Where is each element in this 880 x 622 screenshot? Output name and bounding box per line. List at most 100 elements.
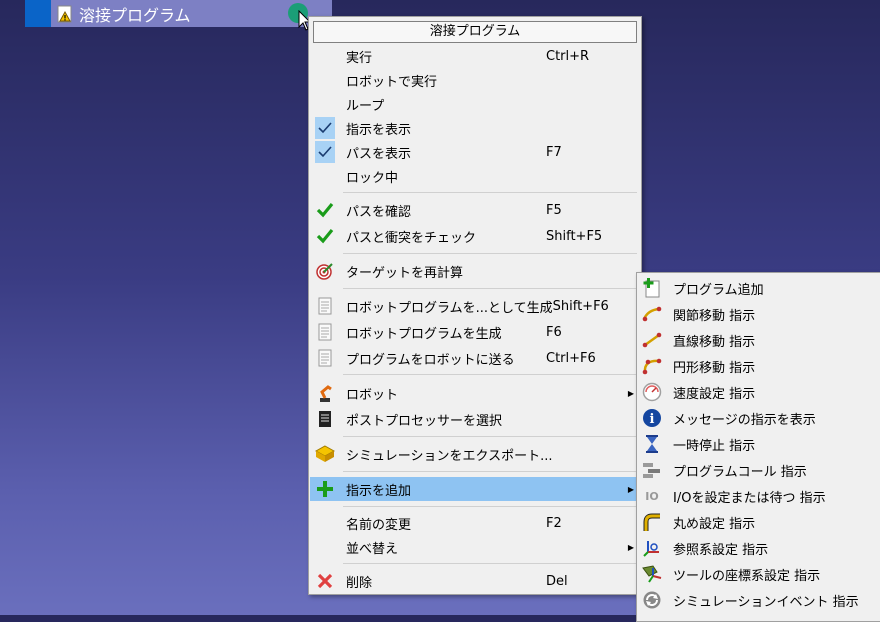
check-icon xyxy=(315,117,335,139)
menu-separator xyxy=(343,506,637,507)
menu-item-label: 指示を表示 xyxy=(346,122,412,138)
menu-item-sort[interactable]: 並べ替え ▶ xyxy=(310,535,640,559)
submenu-item-pause[interactable]: 一時停止 指示 xyxy=(638,431,880,457)
submenu-item-tool-frame[interactable]: ツールの座標系設定 指示 xyxy=(638,561,880,587)
submenu-item-show-message[interactable]: i メッセージの指示を表示 xyxy=(638,405,880,431)
post-processor-icon xyxy=(319,411,331,427)
menu-item-locked[interactable]: ロック中 xyxy=(310,164,640,188)
menu-item-label: シミュレーションをエクスポート... xyxy=(346,448,553,464)
document-icon xyxy=(318,323,332,341)
menu-item-delete[interactable]: 削除 Del xyxy=(310,569,640,593)
delete-x-icon xyxy=(317,573,333,589)
menu-item-send-program[interactable]: プログラムをロボットに送る Ctrl+F6 xyxy=(310,346,640,370)
menu-item-label: パスを表示 xyxy=(346,146,412,162)
menu-item-add-instruction[interactable]: 指示を追加 ▶ xyxy=(310,477,640,501)
robot-arm-icon xyxy=(320,385,332,402)
submenu-item-simulation-event[interactable]: シミュレーションイベント 指示 xyxy=(638,587,880,613)
tool-frame-icon xyxy=(642,565,662,583)
submenu-item-rounding-setting[interactable]: 丸め設定 指示 xyxy=(638,509,880,535)
tree-item-label: 溶接プログラム xyxy=(79,5,191,25)
document-icon xyxy=(318,297,332,315)
svg-text:i: i xyxy=(650,412,655,427)
menu-item-label: 実行 xyxy=(346,50,373,66)
green-check-icon xyxy=(316,228,334,244)
document-icon xyxy=(318,349,332,367)
green-check-icon xyxy=(316,202,334,218)
program-warning-icon xyxy=(57,5,72,22)
tree-selection-marker xyxy=(25,0,51,27)
menu-item-show-instructions[interactable]: 指示を表示 xyxy=(310,116,640,140)
submenu-item-reference-frame[interactable]: 参照系設定 指示 xyxy=(638,535,880,561)
green-plus-icon xyxy=(317,481,333,497)
submenu-item-label: 関節移動 指示 xyxy=(673,308,756,324)
menu-item-label: ロボット xyxy=(346,387,399,403)
submenu-item-circular-move[interactable]: 円形移動 指示 xyxy=(638,353,880,379)
menu-item-loop[interactable]: ループ xyxy=(310,92,640,116)
menu-item-label: 削除 xyxy=(346,575,373,591)
menu-item-run[interactable]: 実行 Ctrl+R xyxy=(310,44,640,68)
menu-item-label: プログラムをロボットに送る xyxy=(346,352,515,368)
rounding-icon xyxy=(643,513,660,531)
menu-item-label: ループ xyxy=(346,98,385,114)
target-icon xyxy=(316,263,333,280)
menu-item-shortcut: Shift+F6 xyxy=(552,298,609,314)
joint-move-icon xyxy=(642,306,662,322)
tree-item-weld-program[interactable]: 溶接プログラム xyxy=(25,0,332,27)
add-instruction-submenu: プログラム追加 関節移動 指示 直線移動 指示 円形移動 指示 速度設定 指示 … xyxy=(636,272,880,622)
submenu-item-label: 一時停止 指示 xyxy=(673,438,756,454)
menu-item-show-path[interactable]: パスを表示 F7 xyxy=(310,140,640,164)
menu-item-shortcut: Shift+F5 xyxy=(546,228,603,244)
submenu-item-linear-move[interactable]: 直線移動 指示 xyxy=(638,327,880,353)
add-program-icon xyxy=(643,278,660,298)
menu-item-run-on-robot[interactable]: ロボットで実行 xyxy=(310,68,640,92)
menu-item-shortcut: Ctrl+R xyxy=(546,48,590,64)
menu-separator xyxy=(343,563,637,564)
menu-item-label: パスを確認 xyxy=(346,204,412,220)
submenu-item-speed-setting[interactable]: 速度設定 指示 xyxy=(638,379,880,405)
circular-move-icon xyxy=(642,358,662,375)
submenu-item-label: 速度設定 指示 xyxy=(673,386,756,402)
menu-item-select-post-processor[interactable]: ポストプロセッサーを選択 xyxy=(310,407,640,431)
menu-item-shortcut: Ctrl+F6 xyxy=(546,350,596,366)
menu-separator xyxy=(343,288,637,289)
menu-item-generate-program[interactable]: ロボットプログラムを生成 F6 xyxy=(310,320,640,344)
menu-item-shortcut: F7 xyxy=(546,144,562,160)
menu-separator xyxy=(343,253,637,254)
menu-item-label: ポストプロセッサーを選択 xyxy=(346,413,503,429)
menu-item-label: ロボットプログラムを...として生成 xyxy=(346,300,553,316)
check-icon xyxy=(315,141,335,163)
menu-separator xyxy=(343,374,637,375)
speedometer-icon xyxy=(642,382,662,402)
menu-item-label: パスと衝突をチェック xyxy=(346,230,477,246)
submenu-item-label: 円形移動 指示 xyxy=(673,360,756,376)
menu-separator xyxy=(343,471,637,472)
submenu-item-program-call[interactable]: プログラムコール 指示 xyxy=(638,457,880,483)
menu-separator xyxy=(343,192,637,193)
menu-item-generate-program-as[interactable]: ロボットプログラムを...として生成 Shift+F6 xyxy=(310,294,640,318)
export-simulation-icon xyxy=(315,445,335,462)
linear-move-icon xyxy=(642,332,662,348)
submenu-item-label: 参照系設定 指示 xyxy=(673,542,769,558)
submenu-item-set-wait-io[interactable]: IO I/Oを設定または待つ 指示 xyxy=(638,483,880,509)
io-icon: IO xyxy=(645,489,659,503)
info-icon: i xyxy=(643,409,661,427)
menu-item-rename[interactable]: 名前の変更 F2 xyxy=(310,511,640,535)
submenu-item-label: ツールの座標系設定 指示 xyxy=(673,568,821,584)
program-call-icon xyxy=(643,463,660,478)
menu-item-label: ターゲットを再計算 xyxy=(346,265,464,281)
simulation-event-icon xyxy=(643,591,661,609)
menu-item-shortcut: Del xyxy=(546,573,568,589)
menu-item-check-path[interactable]: パスを確認 F5 xyxy=(310,198,640,222)
submenu-item-add-program[interactable]: プログラム追加 xyxy=(638,275,880,301)
submenu-item-label: I/Oを設定または待つ 指示 xyxy=(673,490,826,506)
submenu-item-label: メッセージの指示を表示 xyxy=(673,412,816,428)
menu-item-check-path-collision[interactable]: パスと衝突をチェック Shift+F5 xyxy=(310,224,640,248)
submenu-item-label: プログラム追加 xyxy=(673,282,764,298)
menu-item-shortcut: F5 xyxy=(546,202,562,218)
menu-item-export-simulation[interactable]: シミュレーションをエクスポート... xyxy=(310,442,640,466)
menu-item-shortcut: F2 xyxy=(546,515,562,531)
menu-item-recalc-targets[interactable]: ターゲットを再計算 xyxy=(310,259,640,283)
submenu-item-joint-move[interactable]: 関節移動 指示 xyxy=(638,301,880,327)
submenu-item-label: 丸め設定 指示 xyxy=(673,516,756,532)
menu-item-robot[interactable]: ロボット ▶ xyxy=(310,381,640,405)
